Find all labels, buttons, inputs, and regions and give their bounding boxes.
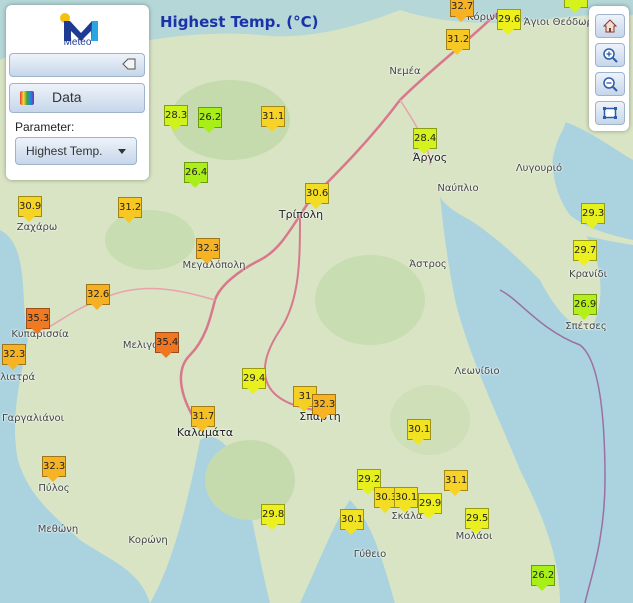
place-kranidi: Κρανίδι <box>569 269 607 280</box>
station-marker[interactable]: 32.3 <box>312 394 336 420</box>
map-title: Highest Temp. (°C) <box>160 13 319 31</box>
station-marker[interactable]: 29.3 <box>581 203 605 229</box>
station-marker[interactable]: 31.2 <box>118 197 142 223</box>
place-nafplio: Ναύπλιο <box>437 183 479 194</box>
zoom-out-button[interactable] <box>595 72 625 96</box>
data-button[interactable]: Data <box>9 83 145 113</box>
place-tripoli: Τρίπολη <box>278 208 324 221</box>
station-marker[interactable]: 29.8 <box>261 504 285 530</box>
station-marker[interactable]: 26.2 <box>531 565 555 591</box>
station-marker[interactable]: 35.3 <box>26 308 50 334</box>
zoom-extent-icon <box>603 107 617 119</box>
station-marker[interactable]: 31.2 <box>446 29 470 55</box>
parameter-select[interactable]: Highest Temp. <box>15 137 137 165</box>
station-marker[interactable]: 29.9 <box>418 493 442 519</box>
parameter-label: Parameter: <box>15 120 75 134</box>
station-marker[interactable]: 28.4 <box>564 0 588 13</box>
place-zacharo: Ζαχάρω <box>16 222 58 233</box>
zoom-out-icon <box>603 77 618 92</box>
place-spetses: Σπέτσες <box>565 321 607 332</box>
arrow-left-icon[interactable] <box>122 58 136 70</box>
place-gytheio: Γύθειο <box>353 549 387 560</box>
station-marker[interactable]: 32.6 <box>86 284 110 310</box>
place-filiatra: Φιλιατρά <box>0 372 36 383</box>
place-pylos: Πύλος <box>38 483 70 494</box>
parameter-select-value: Highest Temp. <box>26 144 103 158</box>
chevron-down-icon <box>118 149 126 154</box>
home-icon <box>602 19 618 33</box>
station-marker[interactable]: 32.3 <box>2 344 26 370</box>
station-marker[interactable]: 30.1 <box>394 487 418 513</box>
station-marker[interactable]: 26.9 <box>573 294 597 320</box>
time-slider[interactable] <box>9 53 145 77</box>
station-marker[interactable]: 30.1 <box>340 509 364 535</box>
zoom-in-button[interactable] <box>595 43 625 67</box>
station-marker[interactable]: 32.3 <box>42 456 66 482</box>
station-marker[interactable]: 31.7 <box>191 406 215 432</box>
home-button[interactable] <box>595 14 625 38</box>
station-marker[interactable]: 32.7 <box>450 0 474 22</box>
logo-text: Meteo <box>63 37 92 48</box>
station-marker[interactable]: 29.6 <box>497 9 521 35</box>
station-marker[interactable]: 28.4 <box>413 128 437 154</box>
station-marker[interactable]: 30.6 <box>305 183 329 209</box>
place-koroni: Κορώνη <box>128 535 168 546</box>
map-toolbar <box>589 6 629 131</box>
control-panel: Meteo Data Parameter: Highest Temp. <box>6 5 149 180</box>
station-marker[interactable]: 30.9 <box>18 196 42 222</box>
station-marker[interactable]: 29.5 <box>465 508 489 534</box>
zoom-extent-button[interactable] <box>595 101 625 125</box>
place-methoni: Μεθώνη <box>37 524 79 535</box>
place-leonidio: Λεωνίδιο <box>454 366 500 377</box>
place-astros: Άστρος <box>409 259 447 270</box>
station-marker[interactable]: 35.4 <box>155 332 179 358</box>
station-marker[interactable]: 30.1 <box>407 419 431 445</box>
station-marker[interactable]: 32.3 <box>196 238 220 264</box>
station-marker[interactable]: 31.1 <box>444 470 468 496</box>
station-marker[interactable]: 28.3 <box>164 105 188 131</box>
station-marker[interactable]: 29.4 <box>242 368 266 394</box>
zoom-in-icon <box>603 48 618 63</box>
place-gargalianoi: Γαργαλιάνοι <box>1 413 65 424</box>
station-marker[interactable]: 29.7 <box>573 240 597 266</box>
place-nemea: Νεμέα <box>389 66 421 77</box>
palette-icon <box>20 91 34 105</box>
station-marker[interactable]: 26.4 <box>184 162 208 188</box>
station-marker[interactable]: 26.2 <box>198 107 222 133</box>
station-marker[interactable]: 31.1 <box>261 106 285 132</box>
place-lygourio: Λυγουριό <box>515 163 563 174</box>
